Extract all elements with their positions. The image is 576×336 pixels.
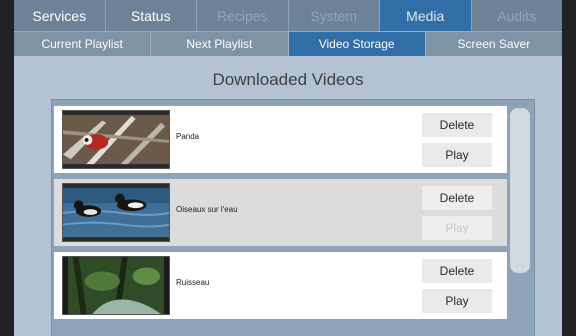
video-storage-panel: Downloaded Videos Panda Delete Play Oise… xyxy=(14,55,562,336)
app-screen: Services Status Recipes System Media Aud… xyxy=(14,0,562,336)
page-title: Downloaded Videos xyxy=(212,70,364,89)
subtab-current-playlist[interactable]: Current Playlist xyxy=(14,32,152,56)
sub-tab-bar: Current Playlist Next Playlist Video Sto… xyxy=(14,31,562,56)
tab-status[interactable]: Status xyxy=(106,0,197,31)
tab-system: System xyxy=(289,0,380,31)
play-button: Play xyxy=(422,216,492,240)
video-thumbnail xyxy=(62,110,170,169)
play-button[interactable]: Play xyxy=(422,143,492,167)
subtab-next-playlist[interactable]: Next Playlist xyxy=(151,32,289,56)
delete-button[interactable]: Delete xyxy=(422,113,492,137)
video-row: Oiseaux sur l'eau Delete Play xyxy=(54,179,507,246)
tab-recipes: Recipes xyxy=(197,0,289,31)
tab-services[interactable]: Services xyxy=(14,0,106,31)
tab-audits: Audits xyxy=(497,7,537,24)
video-title: Oiseaux sur l'eau xyxy=(176,205,238,214)
video-title: Panda xyxy=(176,132,200,141)
subtab-screen-saver[interactable]: Screen Saver xyxy=(426,32,562,56)
video-title: Ruisseau xyxy=(176,278,210,287)
video-row: Panda Delete Play xyxy=(54,106,507,173)
list-scrollbar[interactable] xyxy=(510,108,530,273)
subtab-video-storage[interactable]: Video Storage xyxy=(288,32,426,56)
play-button[interactable]: Play xyxy=(422,289,492,313)
video-row: Ruisseau Delete Play xyxy=(54,252,507,319)
tab-media[interactable]: Media xyxy=(380,0,472,31)
delete-button[interactable]: Delete xyxy=(422,259,492,283)
video-thumbnail xyxy=(62,183,170,242)
video-list: Panda Delete Play Oiseaux sur l'eau Dele… xyxy=(51,99,535,336)
main-tab-bar: Services Status Recipes System Media Aud… xyxy=(14,0,562,31)
delete-button[interactable]: Delete xyxy=(422,186,492,210)
video-thumbnail xyxy=(62,256,170,315)
